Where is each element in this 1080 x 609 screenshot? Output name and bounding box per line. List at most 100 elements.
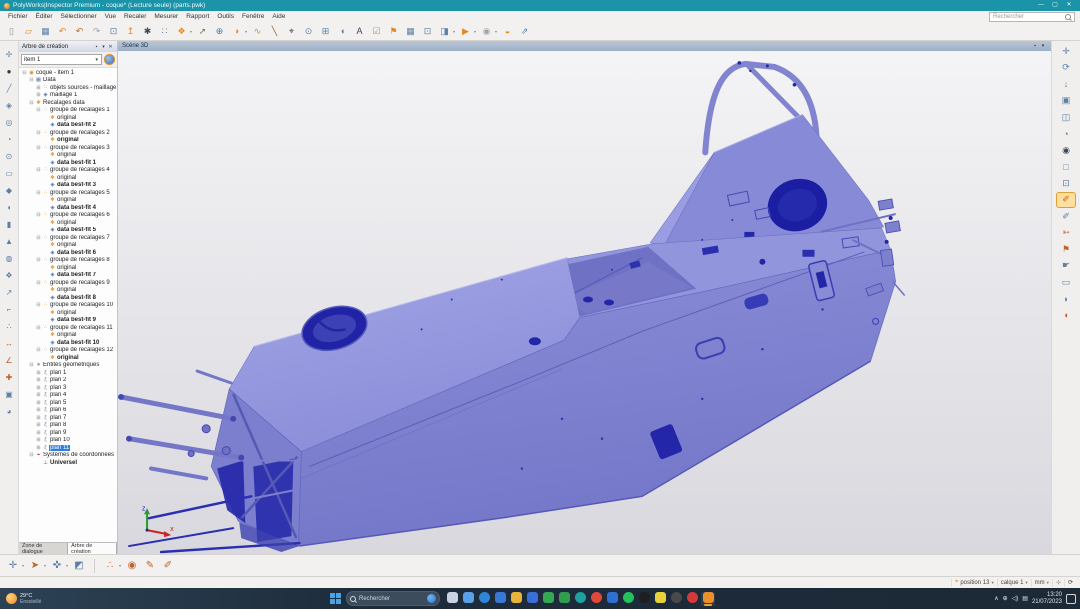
rotate-view-icon[interactable]: ⟳ (1057, 61, 1075, 75)
probe-mode-dropdown[interactable]: ▾ (22, 563, 26, 568)
menu-recaler[interactable]: Recaler (120, 13, 150, 20)
tree-item-recalages-data[interactable]: ⊟❖Recalages data (19, 99, 117, 107)
taskbar-app-teams[interactable] (573, 592, 587, 606)
boundary-edit-icon[interactable]: ✎ (142, 558, 158, 573)
probe-device-icon[interactable]: ✢ (2, 48, 16, 61)
tree-item-plan-11[interactable]: ⊞ξplan 11 (19, 444, 117, 452)
grid-table-icon[interactable]: ▦ (403, 24, 418, 38)
taskbar-app-polyworks[interactable] (701, 592, 715, 606)
tree-expander[interactable]: ⊟ (35, 190, 42, 196)
tree-expander[interactable]: ⊟ (35, 107, 42, 113)
menu-selectionner[interactable]: Sélectionner (57, 13, 101, 20)
taskbar-app-outlook-mail[interactable] (493, 592, 507, 606)
tree-item-original[interactable]: ❖original (19, 174, 117, 182)
tree-expander[interactable]: ⊞ (35, 445, 42, 451)
cone-icon[interactable]: ▲ (2, 235, 16, 248)
tree-expander[interactable]: ⊟ (35, 280, 42, 286)
search-box[interactable]: Rechercher (989, 12, 1075, 22)
menu-fenetre[interactable]: Fenêtre (238, 13, 268, 20)
tree-expander[interactable]: ⊟ (35, 212, 42, 218)
tree-expander[interactable]: ⊟ (28, 362, 35, 368)
sphere-icon[interactable]: ◍ (2, 252, 16, 265)
align-mode-icon[interactable]: ✜ (49, 558, 65, 573)
tree-expander[interactable]: ⊞ (35, 385, 42, 391)
tree-item-original[interactable]: ❖original (19, 287, 117, 295)
tree-item-plan-9[interactable]: ⊞ξplan 9 (19, 429, 117, 437)
tree-expander[interactable]: ⊟ (28, 452, 35, 458)
position-selector[interactable]: ⌖position 13▾ (951, 579, 997, 587)
align-features-icon[interactable]: ✱ (140, 24, 155, 38)
sync-icon[interactable] (104, 54, 115, 65)
taskbar-app-sticky-notes[interactable] (653, 592, 667, 606)
tray-network[interactable]: ⊕ (1003, 595, 1008, 602)
tree-expander[interactable]: ⊟ (35, 325, 42, 331)
taskbar-app-widgets[interactable] (461, 592, 475, 606)
line-icon[interactable]: ╱ (2, 82, 16, 95)
scene-3d[interactable]: z x (118, 51, 1051, 554)
scan-color-dropdown[interactable]: ▾ (44, 563, 48, 568)
tree-item-data-best-fit-3[interactable]: ◈data best-fit 3 (19, 182, 117, 190)
tree-expander[interactable]: ⊟ (35, 347, 42, 353)
blob-tool-2-icon[interactable]: ◖ (1057, 308, 1075, 322)
distance-icon[interactable]: ↔ (2, 337, 16, 350)
angle-icon[interactable]: ∠ (2, 354, 16, 367)
surface-tool-icon[interactable]: ◖ (335, 24, 350, 38)
paint-deviation-icon[interactable]: ✐ (1057, 193, 1075, 207)
open-project-icon[interactable]: ▱ (21, 24, 36, 38)
clapper-icon[interactable]: ◩ (71, 558, 87, 573)
pan-view-icon[interactable]: ✛ (1057, 44, 1075, 58)
layer-selector[interactable]: calque 1▾ (997, 579, 1031, 587)
tree-item-entite-s-ge-ome-triques[interactable]: ⊟∗Entités géométriques (19, 362, 117, 370)
scene-pin-button[interactable]: ▪ (1031, 43, 1039, 49)
tree-item-coque-item-1[interactable]: ⊟◉coque - item 1 (19, 69, 117, 77)
slot-icon[interactable]: ◖ (2, 201, 16, 214)
points-cluster-dropdown[interactable]: ▾ (119, 563, 123, 568)
menu-editer[interactable]: Éditer (32, 13, 57, 20)
tree-expander[interactable]: ⊞ (35, 392, 42, 398)
tree-item-data-best-fit-10[interactable]: ◈data best-fit 10 (19, 339, 117, 347)
taskbar-search[interactable]: Rechercher (346, 591, 440, 606)
tree-item-original[interactable]: ❖original (19, 264, 117, 272)
menu-rapport[interactable]: Rapport (182, 13, 213, 20)
tree-item-original[interactable]: ❖original (19, 332, 117, 340)
visibility-eye-icon[interactable]: ◉ (1057, 143, 1075, 157)
blob-tool-icon[interactable]: ◗ (1057, 292, 1075, 306)
polygon-icon[interactable]: ◆ (2, 184, 16, 197)
zoom-tool-icon[interactable]: ⊙ (301, 24, 316, 38)
tree-item-plan-1[interactable]: ⊞ξplan 1 (19, 369, 117, 377)
tree-expander[interactable]: ⊞ (35, 400, 42, 406)
tree-item-groupe-de-recalages-2[interactable]: ⊟∴groupe de recalages 2 (19, 129, 117, 137)
pin-icon[interactable]: ✚ (2, 371, 16, 384)
menu-outils[interactable]: Outils (213, 13, 238, 20)
tree-item-groupe-de-recalages-12[interactable]: ⊟∴groupe de recalages 12 (19, 347, 117, 355)
cylinder-icon[interactable]: ▮ (2, 218, 16, 231)
tree-item-data-best-fit-7[interactable]: ◈data best-fit 7 (19, 272, 117, 280)
panel-pin-button[interactable]: ▪ (93, 44, 100, 50)
tree-item-original[interactable]: ❖original (19, 114, 117, 122)
taskbar-app-edge-browser[interactable] (477, 592, 491, 606)
circle-icon[interactable]: ◎ (2, 116, 16, 129)
taskbar-app-app-red[interactable] (685, 592, 699, 606)
align-down-icon[interactable]: ↓ (1057, 77, 1075, 91)
vector-icon[interactable]: ↗ (2, 286, 16, 299)
globe-entity-icon[interactable]: ◕ (2, 405, 16, 418)
tree-item-data-best-fit-5[interactable]: ◈data best-fit 5 (19, 227, 117, 235)
colormap-shield-icon[interactable]: ❖ (174, 24, 189, 38)
stamp-view-icon[interactable]: ▣ (1057, 94, 1075, 108)
tree-expander[interactable]: ⊞ (35, 407, 42, 413)
tree-item-original[interactable]: ❖original (19, 137, 117, 145)
media-export-dropdown[interactable]: ▾ (453, 29, 457, 34)
undo-icon[interactable]: ↶ (55, 24, 70, 38)
point-grid-icon[interactable]: ∷ (157, 24, 172, 38)
tree-item-plan-10[interactable]: ⊞ξplan 10 (19, 437, 117, 445)
tree-item-groupe-de-recalages-8[interactable]: ⊟∴groupe de recalages 8 (19, 257, 117, 265)
tree-expander[interactable]: ⊞ (35, 430, 42, 436)
probe-bird-icon[interactable]: ➳ (1057, 226, 1075, 240)
units-selector[interactable]: mm▾ (1031, 579, 1052, 587)
tree-expander[interactable]: ⊞ (35, 370, 42, 376)
tree-item-original[interactable]: ❖original (19, 219, 117, 227)
monitor-flag-icon[interactable]: ▭ (1057, 275, 1075, 289)
tree-expander[interactable]: ⊟ (35, 257, 42, 263)
tree-item-data-best-fit-1[interactable]: ◈data best-fit 1 (19, 159, 117, 167)
tray-volume[interactable]: ◁) (1012, 595, 1019, 602)
